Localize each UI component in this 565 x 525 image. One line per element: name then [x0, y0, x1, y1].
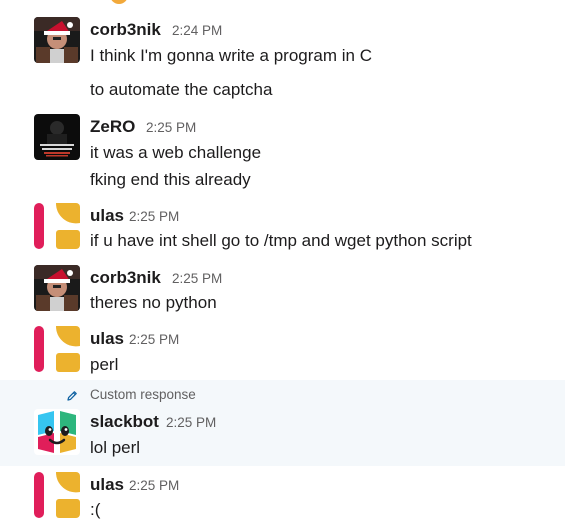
message-text: it was a web challenge — [90, 143, 262, 162]
timestamp[interactable]: 2:25 PM — [172, 271, 222, 286]
user-name[interactable]: ulas — [90, 206, 124, 226]
message-text: if u have int shell go to /tmp and wget … — [90, 231, 472, 250]
message-hover-highlight — [0, 380, 565, 466]
message-text: to automate the captcha — [90, 80, 273, 99]
custom-response-label: Custom response — [90, 387, 196, 402]
message-text: :( — [90, 500, 101, 519]
message-text: lol perl — [90, 438, 141, 457]
timestamp[interactable]: 2:24 PM — [172, 23, 222, 38]
timestamp[interactable]: 2:25 PM — [129, 478, 179, 493]
user-name[interactable]: ulas — [90, 475, 124, 495]
user-name[interactable]: slackbot — [90, 412, 159, 432]
ulas-avatar[interactable] — [34, 326, 80, 372]
user-name[interactable]: ulas — [90, 329, 124, 349]
user-name[interactable]: ZeRO — [90, 117, 135, 137]
timestamp[interactable]: 2:25 PM — [129, 332, 179, 347]
message-text: fking end this already — [90, 170, 251, 189]
ulas-avatar[interactable] — [34, 203, 80, 249]
corb3nik-avatar[interactable] — [34, 265, 80, 311]
user-name[interactable]: corb3nik — [90, 268, 161, 288]
corb3nik-avatar[interactable] — [34, 17, 80, 63]
message-text: perl — [90, 355, 119, 374]
ulas-avatar[interactable] — [34, 472, 80, 518]
message-text: theres no python — [90, 293, 217, 312]
timestamp[interactable]: 2:25 PM — [146, 120, 196, 135]
timestamp[interactable]: 2:25 PM — [166, 415, 216, 430]
timestamp[interactable]: 2:25 PM — [129, 209, 179, 224]
partial-avatar-top — [110, 0, 128, 4]
pencil-icon — [66, 389, 78, 407]
user-name[interactable]: corb3nik — [90, 20, 161, 40]
message-text: I think I'm gonna write a program in C — [90, 46, 372, 65]
zero-avatar[interactable] — [34, 114, 80, 160]
slackbot-avatar[interactable] — [34, 409, 80, 455]
